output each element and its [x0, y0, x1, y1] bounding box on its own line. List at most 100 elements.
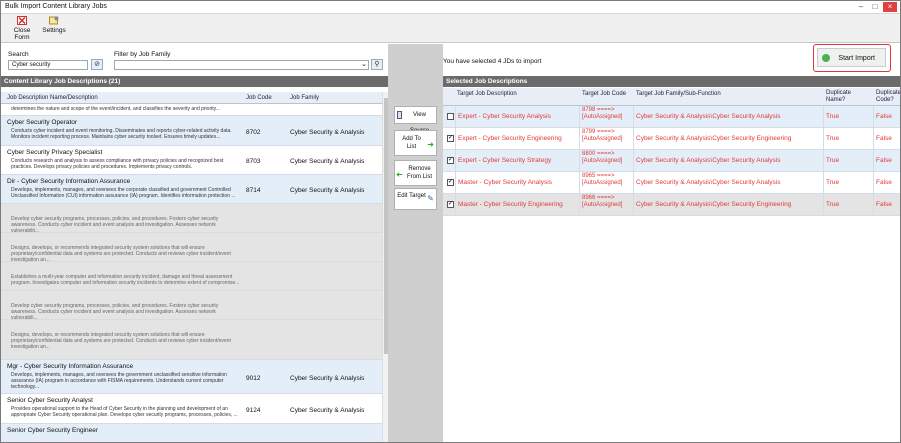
- row-dup-code: False: [876, 157, 892, 164]
- selected-rows: Expert - Cyber Security Analysis 8798 ==…: [443, 106, 900, 216]
- row-name: Dir - Cyber Security Information Assuran…: [7, 178, 131, 185]
- row-family: Cyber Security & Analysis\Cyber Security…: [636, 201, 792, 208]
- selected-panel-title: Selected Job Descriptions: [443, 76, 900, 87]
- library-rows: determines the nature and scope of the e…: [1, 104, 382, 442]
- search-label: Search: [8, 51, 29, 58]
- row-name: Master - Cyber Security Engineering: [458, 201, 563, 208]
- row-description: determines the nature and scope of the e…: [11, 106, 220, 112]
- start-import-button[interactable]: Start Import: [817, 48, 886, 67]
- row-description: Designs, develops, or recommends integra…: [11, 245, 231, 263]
- table-row[interactable]: Senior Cyber Security Engineer: [1, 424, 382, 442]
- table-row[interactable]: Dir - Cyber Security Information Assuran…: [1, 175, 382, 204]
- arrow-right-icon: ➜: [427, 140, 434, 149]
- row-family: Cyber Security & Analysis\Cyber Security…: [636, 113, 781, 120]
- row-description: Provides operational support to the Head…: [11, 406, 238, 418]
- table-row[interactable]: Expert - Cyber Security Analysis 8798 ==…: [443, 106, 900, 128]
- row-dup-name: True: [826, 201, 840, 208]
- row-family: Cyber Security & Analysis\Cyber Security…: [636, 157, 781, 164]
- settings-label: Settings: [42, 27, 66, 34]
- check-circle-icon: [822, 54, 830, 62]
- filter-search-button[interactable]: ⚲: [371, 59, 383, 70]
- row-name: Expert - Cyber Security Analysis: [458, 113, 551, 120]
- row-code: 8800 ====> [AutoAssigned]: [582, 151, 623, 164]
- table-row-disabled[interactable]: Designs, develops, or recommends integra…: [1, 233, 382, 263]
- col-target-family[interactable]: Target Job Family/Sub-Function: [636, 88, 721, 100]
- col-dup-code[interactable]: Duplicate Code?: [876, 90, 900, 104]
- col-target-name[interactable]: Target Job Description: [457, 88, 517, 100]
- col-target-code[interactable]: Target Job Code: [582, 88, 626, 100]
- job-family-filter[interactable]: [114, 60, 369, 70]
- row-code: 8966 ====> [AutoAssigned]: [582, 195, 623, 208]
- table-row[interactable]: determines the nature and scope of the e…: [1, 104, 382, 116]
- row-name: Expert - Cyber Security Strategy: [458, 157, 552, 164]
- row-description: Conducts cyber incident and event monito…: [11, 128, 232, 140]
- view-source-button[interactable]: View Source: [394, 106, 437, 134]
- selection-status: You have selected 4 JDs to import: [443, 58, 542, 65]
- settings-button[interactable]: Settings: [41, 16, 67, 41]
- table-row[interactable]: Mgr - Cyber Security Information Assuran…: [1, 360, 382, 394]
- pencil-icon: ✎: [427, 194, 434, 203]
- row-code: 8702: [246, 129, 261, 136]
- close-form-label: Close Form: [13, 27, 31, 41]
- row-name: Cyber Security Operator: [7, 119, 78, 126]
- row-description: Develops, implements, manages, and overs…: [11, 187, 236, 199]
- edit-target-button[interactable]: Edit Target ✎: [394, 188, 437, 210]
- col-dup-name[interactable]: Duplicate Name?: [826, 90, 870, 104]
- table-row-disabled[interactable]: Establishes a multi-year computer and in…: [1, 262, 382, 291]
- maximize-icon[interactable]: □: [869, 2, 881, 12]
- col-family[interactable]: Job Family: [290, 92, 319, 104]
- add-to-list-button[interactable]: Add To List ➜: [394, 130, 437, 156]
- remove-from-list-button[interactable]: ➜ Remove From List: [394, 160, 437, 186]
- row-name: Senior Cyber Security Analyst: [7, 397, 93, 404]
- search-input[interactable]: Cyber security: [8, 60, 88, 70]
- row-name: Senior Cyber Security Engineer: [7, 427, 99, 434]
- row-code: 8714: [246, 187, 261, 194]
- row-code: 8798 ====> [AutoAssigned]: [582, 107, 623, 120]
- row-dup-name: True: [826, 179, 840, 186]
- row-description: Develop cyber security programs, process…: [11, 303, 219, 321]
- table-row[interactable]: Senior Cyber Security Analyst Provides o…: [1, 394, 382, 424]
- row-code: 8799 ====> [AutoAssigned]: [582, 129, 623, 142]
- row-checkbox[interactable]: ✓: [447, 179, 454, 186]
- table-row[interactable]: ✓ Expert - Cyber Security Strategy 8800 …: [443, 150, 900, 172]
- row-checkbox[interactable]: ✓: [447, 135, 454, 142]
- filter-label: Filter by Job Family: [114, 51, 171, 58]
- col-name[interactable]: Job Description Name/Description: [7, 92, 98, 104]
- row-description: Develops, implements, manages, and overs…: [11, 372, 227, 390]
- table-row[interactable]: ✓ Master - Cyber Security Engineering 89…: [443, 194, 900, 216]
- row-name: Mgr - Cyber Security Information Assuran…: [7, 363, 134, 370]
- table-row[interactable]: ✓ Master - Cyber Security Analysis 8965 …: [443, 172, 900, 194]
- row-description: Designs, develops, or recommends integra…: [11, 332, 231, 350]
- chevron-down-icon[interactable]: ⌄: [361, 60, 367, 68]
- row-dup-code: False: [876, 201, 892, 208]
- row-family: Cyber Security & Analysis: [290, 375, 365, 382]
- row-dup-name: True: [826, 135, 840, 142]
- col-code[interactable]: Job Code: [246, 92, 272, 104]
- table-row[interactable]: Cyber Security Privacy Specialist Conduc…: [1, 146, 382, 175]
- close-form-button[interactable]: Close Form: [7, 16, 37, 41]
- settings-icon: [49, 16, 59, 25]
- selected-column-header: Target Job Description Target Job Code T…: [443, 88, 900, 106]
- table-row[interactable]: ✓ Expert - Cyber Security Engineering 87…: [443, 128, 900, 150]
- minimize-icon[interactable]: –: [855, 2, 867, 12]
- row-code: 9012: [246, 375, 261, 382]
- row-dup-code: False: [876, 135, 892, 142]
- table-row-disabled[interactable]: Designs, develops, or recommends integra…: [1, 320, 382, 360]
- table-row-disabled[interactable]: Develop cyber security programs, process…: [1, 291, 382, 321]
- row-description: Conducts research and analysis to assess…: [11, 158, 224, 170]
- row-checkbox[interactable]: ✓: [447, 157, 454, 164]
- row-family: Cyber Security & Analysis: [290, 407, 365, 414]
- search-clear-button[interactable]: ⊘: [91, 59, 103, 70]
- close-window-icon[interactable]: ×: [883, 2, 897, 12]
- row-checkbox[interactable]: [447, 113, 454, 120]
- row-family: Cyber Security & Analysis: [290, 158, 365, 165]
- row-family: Cyber Security & Analysis\Cyber Security…: [636, 179, 781, 186]
- row-name: Cyber Security Privacy Specialist: [7, 149, 103, 156]
- table-row-disabled[interactable]: Develop cyber security programs, process…: [1, 204, 382, 234]
- title-bar: Bulk Import Content Library Jobs – □ ×: [1, 1, 900, 14]
- document-icon: [397, 111, 402, 119]
- start-import-highlight: Start Import: [813, 44, 891, 72]
- table-row[interactable]: Cyber Security Operator Conducts cyber i…: [1, 116, 382, 146]
- row-family: Cyber Security & Analysis: [290, 129, 365, 136]
- row-checkbox[interactable]: ✓: [447, 201, 454, 208]
